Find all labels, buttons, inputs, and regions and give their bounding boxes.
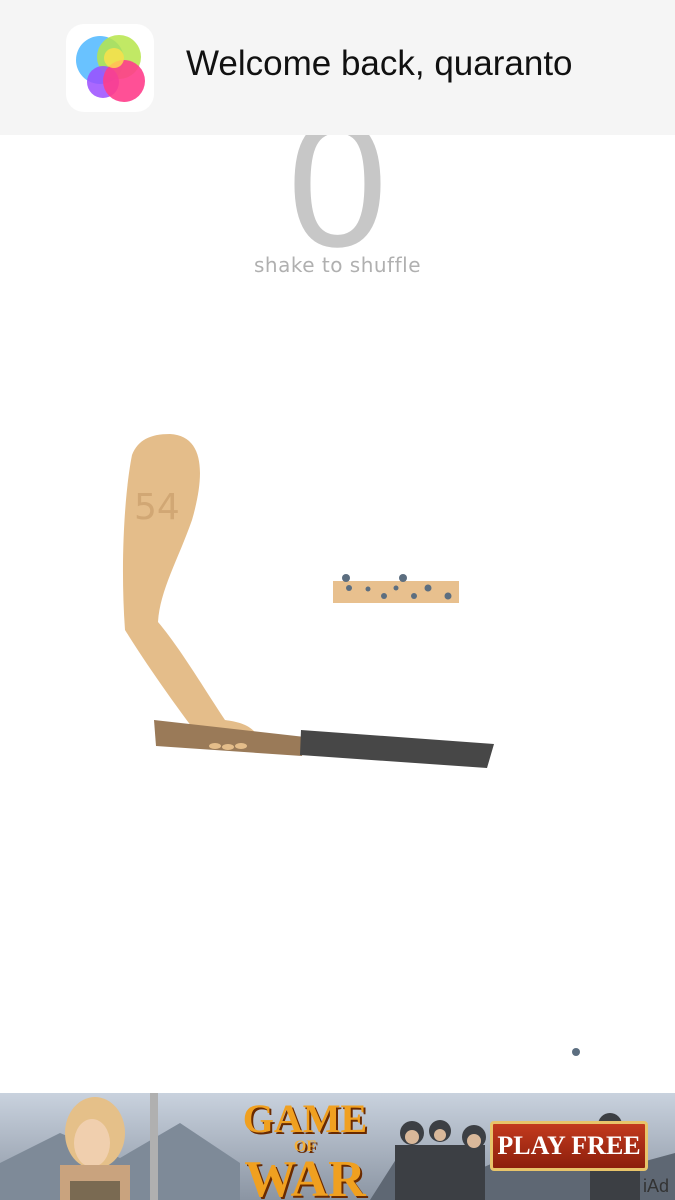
arm — [122, 434, 258, 748]
iad-label: iAd — [642, 1176, 669, 1196]
pan-blade — [300, 730, 494, 768]
game-scene[interactable] — [0, 0, 675, 1200]
pellets — [342, 574, 580, 1056]
play-free-button[interactable]: PLAY FREE — [490, 1121, 648, 1171]
welcome-message: Welcome back, quaranto — [186, 44, 573, 83]
game-center-banner[interactable]: Welcome back, quaranto — [0, 0, 675, 135]
fingers — [209, 743, 247, 750]
game-center-icon — [66, 24, 154, 112]
arm-number: 54 — [134, 487, 180, 528]
floating-platform — [333, 581, 459, 603]
ad-title: GAME OF WAR — [242, 1096, 368, 1200]
